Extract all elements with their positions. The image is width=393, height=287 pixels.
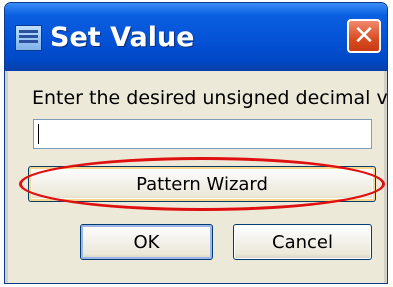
value-input[interactable] [33, 119, 372, 149]
title-bar[interactable]: Set Value ✕ [5, 3, 387, 71]
set-value-dialog: Set Value ✕ Enter the desired unsigned d… [4, 2, 388, 284]
cancel-button[interactable]: Cancel [233, 224, 372, 260]
app-window-icon [15, 25, 42, 51]
dialog-title: Set Value [50, 22, 195, 53]
ok-button[interactable]: OK [80, 224, 213, 260]
close-icon: ✕ [353, 21, 375, 51]
close-button[interactable]: ✕ [347, 19, 381, 53]
dialog-body: Enter the desired unsigned decimal valu … [8, 71, 387, 283]
text-caret [38, 124, 39, 144]
value-prompt-label: Enter the desired unsigned decimal valu [32, 87, 388, 109]
pattern-wizard-button[interactable]: Pattern Wizard [28, 166, 376, 202]
